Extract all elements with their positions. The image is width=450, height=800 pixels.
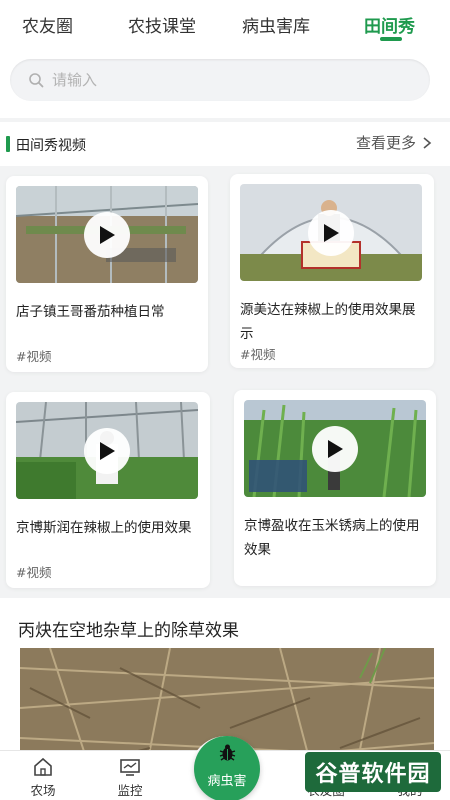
watermark-logo: 谷普软件园 bbox=[305, 752, 441, 792]
video-thumbnail[interactable] bbox=[16, 402, 198, 499]
video-tag: #视频 bbox=[16, 565, 52, 580]
play-button[interactable] bbox=[312, 425, 358, 472]
search-area bbox=[0, 50, 450, 118]
nav-item-monitor[interactable]: 监控 bbox=[100, 757, 160, 799]
play-button[interactable] bbox=[308, 209, 354, 256]
video-section-header: 田间秀视频 查看更多 bbox=[0, 122, 450, 166]
nav-label: 农场 bbox=[30, 783, 56, 798]
search-icon bbox=[29, 73, 44, 88]
bug-icon bbox=[219, 744, 236, 761]
nav-item-pest-button[interactable]: 病虫害 bbox=[194, 736, 260, 800]
video-thumbnail[interactable] bbox=[244, 400, 426, 497]
top-tab-bar: 农友圈 农技课堂 病虫害库 田间秀 bbox=[0, 0, 450, 50]
section-title: 田间秀视频 bbox=[16, 138, 86, 154]
chevron-right-icon bbox=[423, 136, 432, 149]
video-card[interactable]: 京博盈收在玉米锈病上的使用效果 bbox=[234, 390, 436, 586]
play-icon bbox=[100, 225, 115, 244]
play-icon bbox=[328, 439, 343, 458]
monitor-icon bbox=[120, 759, 140, 776]
tab-bingchonghai-ku[interactable]: 病虫害库 bbox=[242, 12, 310, 37]
search-input[interactable] bbox=[52, 59, 412, 101]
video-card[interactable]: 店子镇王哥番茄种植日常 #视频 bbox=[6, 176, 208, 372]
video-tag: #视频 bbox=[240, 347, 276, 362]
see-more-label: 查看更多 bbox=[355, 134, 416, 152]
play-button[interactable] bbox=[84, 427, 130, 474]
video-card[interactable]: 源美达在辣椒上的使用效果展示 #视频 bbox=[230, 174, 434, 368]
play-icon bbox=[100, 441, 115, 460]
video-thumbnail[interactable] bbox=[240, 184, 422, 281]
article-title: 丙炔在空地杂草上的除草效果 bbox=[18, 621, 239, 641]
play-button[interactable] bbox=[84, 211, 130, 258]
tab-tianjianxiu[interactable]: 田间秀 bbox=[364, 12, 415, 37]
see-more-link[interactable]: 查看更多 bbox=[356, 132, 432, 153]
active-tab-indicator bbox=[380, 37, 402, 41]
video-title: 京博斯润在辣椒上的使用效果 bbox=[16, 520, 192, 536]
video-title: 京博盈收在玉米锈病上的使用效果 bbox=[244, 518, 420, 558]
home-icon bbox=[34, 757, 52, 776]
video-title: 源美达在辣椒上的使用效果展示 bbox=[240, 302, 416, 342]
video-title: 店子镇王哥番茄种植日常 bbox=[16, 304, 165, 320]
nav-label: 监控 bbox=[117, 783, 143, 798]
tab-nongji-ketang[interactable]: 农技课堂 bbox=[128, 12, 196, 37]
video-tag: #视频 bbox=[16, 349, 52, 364]
nav-center-label: 病虫害 bbox=[207, 774, 247, 789]
tab-nongyouquan[interactable]: 农友圈 bbox=[22, 12, 73, 37]
section-accent-bar bbox=[6, 136, 10, 152]
nav-item-farm[interactable]: 农场 bbox=[13, 757, 73, 799]
play-icon bbox=[324, 223, 339, 242]
video-card[interactable]: 京博斯润在辣椒上的使用效果 #视频 bbox=[6, 392, 210, 588]
video-thumbnail[interactable] bbox=[16, 186, 198, 283]
search-bar[interactable] bbox=[10, 59, 430, 101]
